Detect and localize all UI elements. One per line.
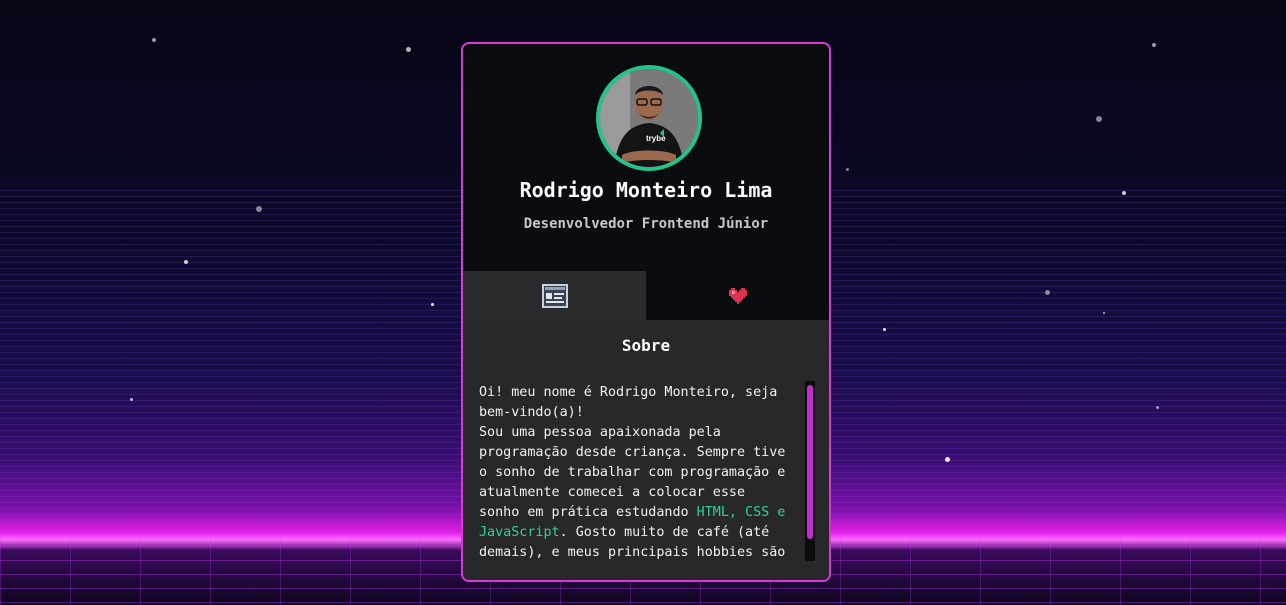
about-scrollbar[interactable] [805,381,815,561]
about-panel: Sobre Oi! meu nome é Rodrigo Monteiro, s… [463,320,829,580]
avatar-photo: trybe [600,69,698,167]
tab-hobbies[interactable] [646,271,829,320]
about-scrollbar-thumb[interactable] [807,385,813,539]
about-title: Sobre [621,336,671,355]
about-text-intro: Oi! meu nome é Rodrigo Monteiro, seja be… [479,385,786,520]
tab-bar [463,271,829,320]
about-text: Oi! meu nome é Rodrigo Monteiro, seja be… [479,383,789,563]
tab-about[interactable] [463,271,646,320]
document-icon [541,283,568,308]
heart-icon [728,287,747,304]
profile-name: Rodrigo Monteiro Lima [519,178,773,202]
profile-card: trybe Rodrigo Monteiro Lima Desenvolvedo… [461,42,831,582]
avatar: trybe [596,65,702,171]
profile-role: Desenvolvedor Frontend Júnior [523,216,769,232]
